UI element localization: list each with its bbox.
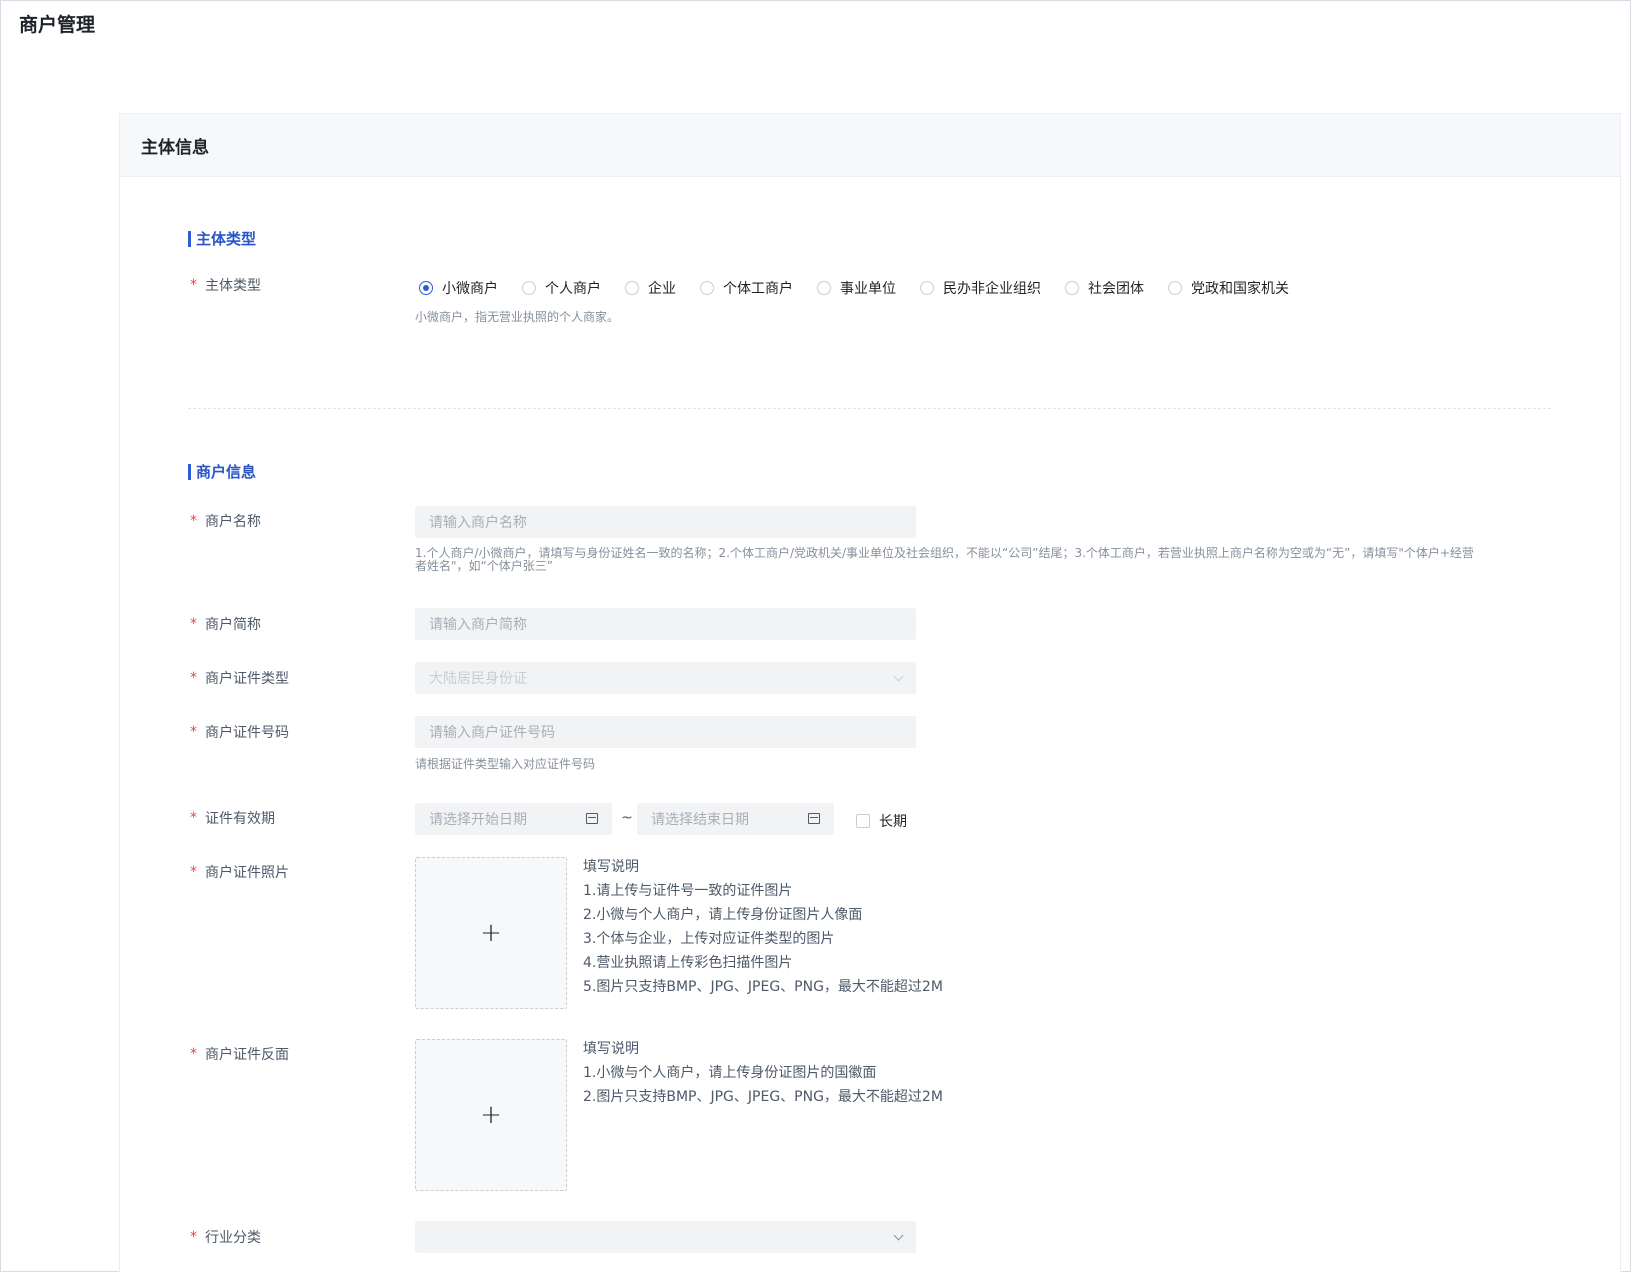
industry-select[interactable] xyxy=(415,1221,916,1253)
label-cert-number: * 商户证件号码 xyxy=(190,724,289,741)
radio-dot-icon xyxy=(920,281,934,295)
cert-photo-upload[interactable]: + xyxy=(415,857,567,1009)
cert-photo-notes: 填写说明 1.请上传与证件号一致的证件图片 2.小微与个人商户，请上传身份证图片… xyxy=(583,859,943,995)
radio-dot-icon xyxy=(522,281,536,295)
section-accent-bar xyxy=(188,463,191,480)
label-cert-back: * 商户证件反面 xyxy=(190,1046,289,1063)
radio-dot-icon xyxy=(1168,281,1182,295)
required-marker: * xyxy=(190,277,197,293)
label-subject-type: * 主体类型 xyxy=(190,277,261,294)
radio-option-government[interactable]: 党政和国家机关 xyxy=(1168,278,1289,298)
radio-option-private-nonenterprise[interactable]: 民办非企业组织 xyxy=(920,278,1041,298)
merchant-short-name-input[interactable]: 请输入商户简称 xyxy=(415,608,916,640)
required-marker: * xyxy=(190,513,197,529)
plus-icon: + xyxy=(480,918,502,948)
radio-dot-icon xyxy=(625,281,639,295)
required-marker: * xyxy=(190,616,197,632)
radio-option-enterprise[interactable]: 企业 xyxy=(625,278,676,298)
radio-option-sole-proprietor[interactable]: 个体工商户 xyxy=(700,278,793,298)
card-header: 主体信息 xyxy=(120,114,1620,177)
subject-type-radio-group: 小微商户 个人商户 企业 个体工商户 事业单位 民办非企业组织 社会团体 党政和… xyxy=(419,278,1313,298)
section-divider xyxy=(188,408,1551,409)
required-marker: * xyxy=(190,864,197,880)
section-header-subject-type: 主体类型 xyxy=(188,228,256,249)
radio-dot-icon xyxy=(419,281,433,295)
radio-option-micro[interactable]: 小微商户 xyxy=(419,278,498,298)
radio-option-individual[interactable]: 个人商户 xyxy=(522,278,601,298)
section-header-merchant-info: 商户信息 xyxy=(188,461,256,482)
chevron-down-icon xyxy=(893,1230,904,1241)
section-title: 商户信息 xyxy=(196,463,257,481)
section-title: 主体类型 xyxy=(196,230,257,248)
label-merchant-name: * 商户名称 xyxy=(190,513,261,530)
cert-number-hint: 请根据证件类型输入对应证件号码 xyxy=(415,757,596,771)
radio-option-public-institution[interactable]: 事业单位 xyxy=(817,278,896,298)
merchant-name-hint: 1.个人商户/小微商户，请填写与身份证姓名一致的名称；2.个体工商户/党政机关/… xyxy=(415,546,1474,573)
required-marker: * xyxy=(190,810,197,826)
chevron-down-icon xyxy=(893,671,904,682)
cert-back-notes: 填写说明 1.小微与个人商户，请上传身份证图片的国徽面 2.图片只支持BMP、J… xyxy=(583,1041,943,1105)
label-cert-type: * 商户证件类型 xyxy=(190,670,289,687)
radio-dot-icon xyxy=(1065,281,1079,295)
required-marker: * xyxy=(190,1229,197,1245)
radio-dot-icon xyxy=(700,281,714,295)
section-accent-bar xyxy=(188,230,191,247)
long-term-checkbox[interactable]: 长期 xyxy=(856,811,907,831)
required-marker: * xyxy=(190,1046,197,1062)
calendar-icon xyxy=(808,813,820,824)
start-date-picker[interactable]: 请选择开始日期 xyxy=(415,803,612,835)
radio-dot-icon xyxy=(817,281,831,295)
page-title: 商户管理 xyxy=(19,14,96,36)
required-marker: * xyxy=(190,670,197,686)
cert-number-input[interactable]: 请输入商户证件号码 xyxy=(415,716,916,748)
label-cert-validity: * 证件有效期 xyxy=(190,810,275,827)
label-industry: * 行业分类 xyxy=(190,1229,261,1246)
merchant-name-input[interactable]: 请输入商户名称 xyxy=(415,506,916,538)
subject-type-hint: 小微商户，指无营业执照的个人商家。 xyxy=(415,310,620,324)
label-merchant-short-name: * 商户简称 xyxy=(190,616,261,633)
date-range-separator: ~ xyxy=(621,810,633,826)
radio-option-social-group[interactable]: 社会团体 xyxy=(1065,278,1144,298)
cert-back-upload[interactable]: + xyxy=(415,1039,567,1191)
end-date-picker[interactable]: 请选择结束日期 xyxy=(637,803,834,835)
plus-icon: + xyxy=(480,1100,502,1130)
checkbox-square-icon xyxy=(856,814,870,828)
required-marker: * xyxy=(190,724,197,740)
label-cert-photo: * 商户证件照片 xyxy=(190,864,289,881)
card-title: 主体信息 xyxy=(141,137,209,158)
calendar-icon xyxy=(586,813,598,824)
cert-type-select[interactable]: 大陆居民身份证 xyxy=(415,662,916,694)
